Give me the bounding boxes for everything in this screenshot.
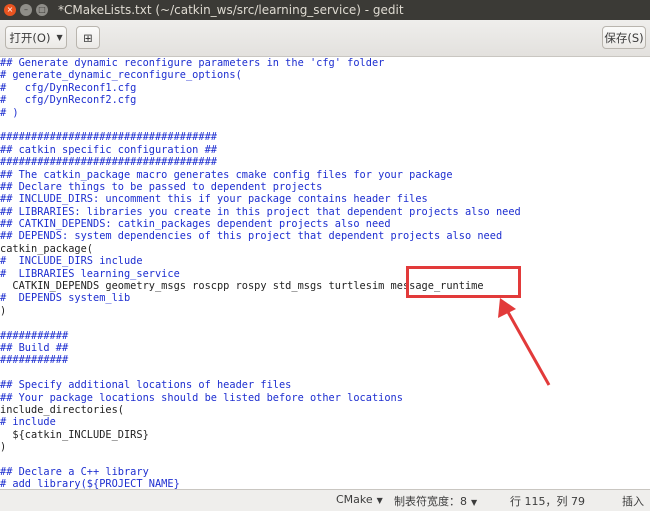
code-line[interactable]: ########### bbox=[0, 354, 650, 366]
window-titlebar: × – □ *CMakeLists.txt (~/catkin_ws/src/l… bbox=[0, 0, 650, 20]
code-line[interactable]: # add_library(${PROJECT_NAME} bbox=[0, 478, 650, 489]
close-icon: × bbox=[6, 5, 14, 14]
code-line[interactable]: include_directories( bbox=[0, 404, 650, 416]
code-line[interactable]: ################################### bbox=[0, 156, 650, 168]
code-line[interactable]: ## Declare things to be passed to depend… bbox=[0, 181, 650, 193]
insert-mode-indicator[interactable]: 插入 bbox=[622, 493, 644, 509]
minimize-window-button[interactable]: – bbox=[20, 4, 32, 16]
text-editor[interactable]: ## Generate dynamic reconfigure paramete… bbox=[0, 57, 650, 489]
code-line[interactable]: ${catkin_INCLUDE_DIRS} bbox=[0, 429, 650, 441]
code-line[interactable]: ## Specify additional locations of heade… bbox=[0, 379, 650, 391]
tab-width-selector[interactable]: 制表符宽度：8 ▼ bbox=[394, 493, 477, 509]
maximize-icon: □ bbox=[38, 5, 46, 14]
code-line[interactable]: ################################### bbox=[0, 131, 650, 143]
code-line[interactable] bbox=[0, 317, 650, 329]
code-line[interactable]: ########### bbox=[0, 330, 650, 342]
window-title: *CMakeLists.txt (~/catkin_ws/src/learnin… bbox=[58, 3, 404, 17]
code-line[interactable]: ## LIBRARIES: libraries you create in th… bbox=[0, 206, 650, 218]
code-line[interactable]: ## INCLUDE_DIRS: uncomment this if your … bbox=[0, 193, 650, 205]
language-label: CMake bbox=[336, 493, 373, 506]
code-line[interactable]: catkin_package( bbox=[0, 243, 650, 255]
chevron-down-icon: ▼ bbox=[376, 496, 383, 505]
toolbar: 打开(O) ▼ ⊞ 保存(S) bbox=[0, 20, 650, 57]
code-line[interactable]: # LIBRARIES learning_service bbox=[0, 268, 650, 280]
annotation-highlight-box bbox=[406, 266, 521, 298]
code-line[interactable]: ## The catkin_package macro generates cm… bbox=[0, 169, 650, 181]
code-line[interactable]: ## Your package locations should be list… bbox=[0, 392, 650, 404]
maximize-window-button[interactable]: □ bbox=[36, 4, 48, 16]
code-line[interactable] bbox=[0, 367, 650, 379]
code-line[interactable]: CATKIN_DEPENDS geometry_msgs roscpp rosp… bbox=[0, 280, 650, 292]
cursor-position[interactable]: 行 115，列 79 bbox=[510, 493, 585, 509]
code-line[interactable]: ## Generate dynamic reconfigure paramete… bbox=[0, 57, 650, 69]
code-line[interactable]: ## Build ## bbox=[0, 342, 650, 354]
code-line[interactable]: ## Declare a C++ library bbox=[0, 466, 650, 478]
code-line[interactable]: ) bbox=[0, 441, 650, 453]
code-line[interactable]: # ) bbox=[0, 107, 650, 119]
code-line[interactable]: # cfg/DynReconf1.cfg bbox=[0, 82, 650, 94]
open-button-label: 打开(O) bbox=[9, 30, 51, 45]
code-line[interactable]: # include bbox=[0, 416, 650, 428]
tab-width-label: 制表符宽度：8 bbox=[394, 495, 467, 508]
code-area[interactable]: ## Generate dynamic reconfigure paramete… bbox=[0, 57, 650, 489]
minimize-icon: – bbox=[24, 5, 28, 14]
language-selector[interactable]: CMake ▼ bbox=[336, 493, 383, 506]
save-button[interactable]: 保存(S) bbox=[602, 26, 646, 49]
code-line[interactable]: # cfg/DynReconf2.cfg bbox=[0, 94, 650, 106]
code-line[interactable] bbox=[0, 454, 650, 466]
code-line[interactable] bbox=[0, 119, 650, 131]
new-tab-button[interactable]: ⊞ bbox=[76, 26, 100, 49]
code-line[interactable]: ## CATKIN_DEPENDS: catkin_packages depen… bbox=[0, 218, 650, 230]
close-window-button[interactable]: × bbox=[4, 4, 16, 16]
code-line[interactable]: ) bbox=[0, 305, 650, 317]
code-line[interactable]: # INCLUDE_DIRS include bbox=[0, 255, 650, 267]
code-line[interactable]: # DEPENDS system_lib bbox=[0, 292, 650, 304]
code-line[interactable]: ## catkin specific configuration ## bbox=[0, 144, 650, 156]
status-bar: CMake ▼ 制表符宽度：8 ▼ 行 115，列 79 插入 bbox=[0, 489, 650, 511]
new-document-icon: ⊞ bbox=[83, 30, 93, 45]
save-button-label: 保存(S) bbox=[604, 30, 644, 45]
chevron-down-icon: ▼ bbox=[56, 33, 63, 42]
chevron-down-icon: ▼ bbox=[471, 498, 478, 507]
code-line[interactable]: ## DEPENDS: system dependencies of this … bbox=[0, 230, 650, 242]
open-button[interactable]: 打开(O) ▼ bbox=[5, 26, 67, 49]
code-line[interactable]: # generate_dynamic_reconfigure_options( bbox=[0, 69, 650, 81]
